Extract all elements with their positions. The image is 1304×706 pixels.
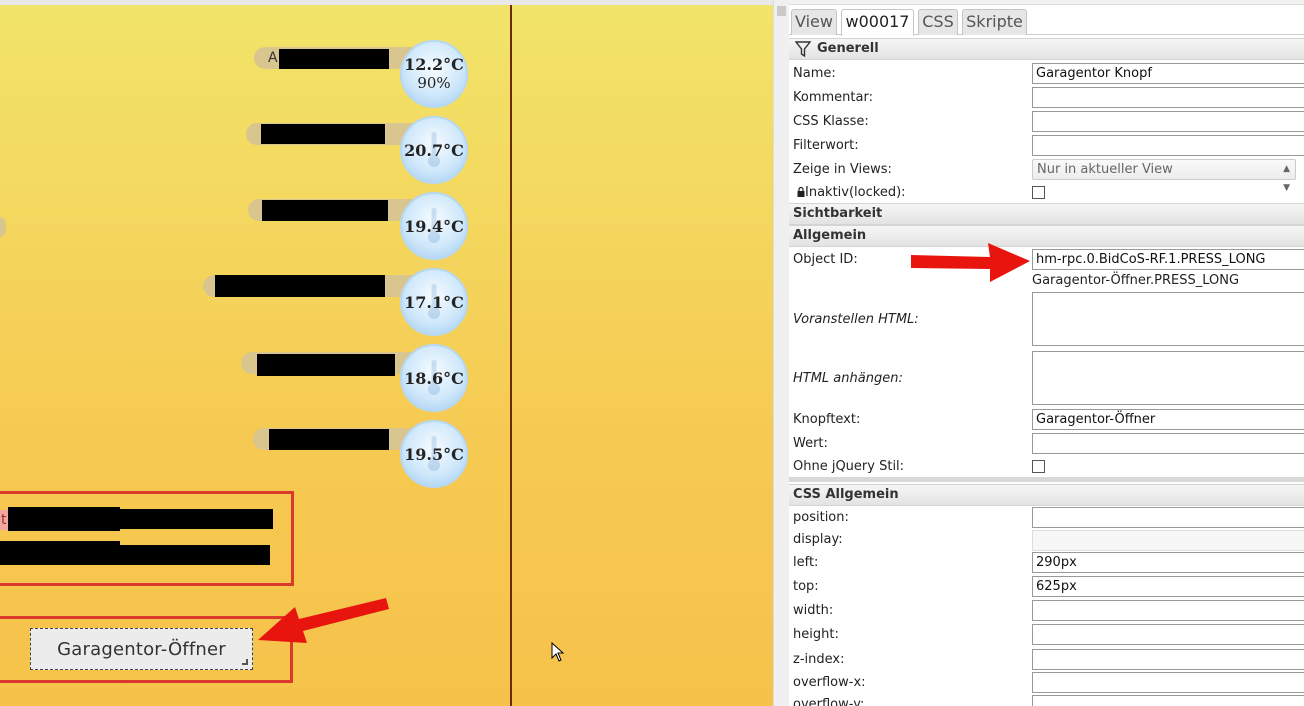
scrollbar-thumb[interactable]	[777, 6, 786, 16]
redacted-label	[257, 354, 395, 376]
temperature-gauge[interactable]: 19.4°C	[400, 192, 468, 260]
section-allgemein[interactable]: Allgemein	[789, 225, 1304, 247]
properties-panel: View w00017 CSS Skripte Generell Name: G…	[789, 0, 1304, 706]
voranstellen-label: Voranstellen HTML:	[793, 312, 919, 327]
section-generell[interactable]: Generell	[789, 38, 1304, 60]
width-field[interactable]	[1032, 600, 1304, 621]
tab-view[interactable]: View	[791, 9, 837, 35]
temperature-gauge[interactable]: 17.1°C	[400, 268, 468, 336]
temperature-gauge[interactable]: 18.6°C	[400, 344, 468, 412]
name-label: Name:	[793, 66, 836, 81]
zeige-views-value: Nur in aktueller View	[1037, 162, 1173, 177]
annotation-arrow-icon	[911, 243, 1030, 282]
wert-label: Wert:	[793, 436, 828, 451]
kommentar-label: Kommentar:	[793, 90, 873, 105]
overflow-x-field[interactable]	[1032, 672, 1304, 693]
redacted-label	[8, 507, 120, 531]
select-arrows-icon: ▲ ▼	[1283, 164, 1290, 193]
panel-tabs: View w00017 CSS Skripte	[789, 6, 1304, 36]
filter-icon[interactable]	[795, 41, 811, 57]
temperature-value: 12.2°C	[404, 55, 464, 74]
selected-widget-outline	[0, 491, 294, 586]
resize-handle-icon[interactable]	[242, 659, 248, 665]
tab-skripte[interactable]: Skripte	[962, 9, 1027, 35]
zeige-views-label: Zeige in Views:	[793, 162, 892, 177]
garage-opener-button[interactable]: Garagentor-Öffner	[30, 628, 253, 670]
knopftext-label: Knopftext:	[793, 412, 861, 427]
ohne-jquery-label: Ohne jQuery Stil:	[793, 459, 905, 474]
temperature-value: 18.6°C	[404, 368, 464, 388]
temperature-value: 19.4°C	[404, 216, 464, 236]
widget-label-fragment: t	[0, 510, 8, 530]
canvas-top-border	[0, 0, 773, 5]
annotation-arrow-icon	[258, 598, 389, 643]
view-boundary-line	[510, 5, 512, 706]
section-css-allgemein[interactable]: CSS Allgemein	[789, 484, 1304, 506]
filterwort-field[interactable]	[1032, 135, 1304, 156]
filterwort-label: Filterwort:	[793, 138, 859, 153]
tab-widget[interactable]: w00017	[841, 9, 914, 36]
inaktiv-checkbox[interactable]	[1032, 186, 1045, 199]
redacted-label	[0, 541, 120, 565]
temperature-gauge[interactable]: 20.7°C	[400, 116, 468, 184]
wert-field[interactable]	[1032, 433, 1304, 454]
display-label: display:	[793, 532, 843, 547]
temperature-value: 19.5°C	[404, 444, 464, 464]
width-label: width:	[793, 603, 834, 618]
section-sichtbarkeit[interactable]: Sichtbarkeit	[789, 203, 1304, 225]
redacted-label	[215, 275, 385, 297]
redacted-value	[118, 545, 270, 565]
redacted-value	[118, 509, 273, 529]
css-klasse-field[interactable]	[1032, 111, 1304, 132]
anhaengen-textarea[interactable]	[1032, 351, 1304, 405]
ohne-jquery-checkbox[interactable]	[1032, 460, 1045, 473]
sensor-label-prefix: A	[268, 50, 278, 66]
section-divider	[789, 477, 1304, 482]
name-field[interactable]: Garagentor Knopf	[1032, 63, 1304, 84]
overflow-y-field[interactable]	[1032, 695, 1304, 706]
temperature-gauge[interactable]: 12.2°C 90%	[400, 40, 468, 108]
section-title: Generell	[817, 41, 879, 56]
panel-top-strip	[789, 0, 1304, 5]
display-field[interactable]	[1032, 530, 1304, 551]
redacted-label	[262, 200, 388, 221]
object-id-hint: Garagentor-Öffner.PRESS_LONG	[1032, 273, 1240, 288]
garage-button-label: Garagentor-Öffner	[57, 638, 226, 660]
top-field[interactable]: 625px	[1032, 576, 1304, 597]
object-id-field[interactable]: hm-rpc.0.BidCoS-RF.1.PRESS_LONG	[1032, 249, 1304, 270]
temperature-value: 20.7°C	[404, 140, 464, 160]
inaktiv-row: Inaktiv(locked):	[797, 185, 906, 201]
overflow-x-label: overflow-x:	[793, 675, 866, 690]
lock-icon	[797, 186, 805, 197]
height-field[interactable]	[1032, 624, 1304, 645]
kommentar-field[interactable]	[1032, 87, 1304, 108]
z-index-label: z-index:	[793, 652, 845, 667]
anhaengen-label: HTML anhängen:	[793, 371, 903, 386]
temperature-value: 17.1°C	[404, 292, 464, 312]
tab-css[interactable]: CSS	[918, 9, 958, 35]
zeige-views-select[interactable]: Nur in aktueller View ▲ ▼	[1032, 159, 1296, 193]
redacted-label	[261, 124, 385, 144]
inaktiv-label: Inaktiv(locked):	[805, 185, 906, 200]
offscreen-pill[interactable]	[0, 216, 6, 238]
canvas-scrollbar[interactable]	[773, 0, 789, 706]
left-label: left:	[793, 555, 819, 570]
mouse-cursor-icon	[551, 642, 565, 662]
humidity-value: 90%	[417, 74, 451, 92]
voranstellen-textarea[interactable]	[1032, 292, 1304, 346]
knopftext-field[interactable]: Garagentor-Öffner	[1032, 409, 1304, 430]
css-klasse-label: CSS Klasse:	[793, 114, 869, 129]
view-canvas[interactable]: A 12.2°C 90% 20.7°C 19.4°C 17.1°C 18.6°C…	[0, 0, 773, 706]
redacted-label	[269, 429, 389, 450]
temperature-gauge[interactable]: 19.5°C	[400, 420, 468, 488]
top-label: top:	[793, 579, 819, 594]
position-label: position:	[793, 510, 849, 525]
z-index-field[interactable]	[1032, 649, 1304, 670]
object-id-label: Object ID:	[793, 252, 858, 267]
left-field[interactable]: 290px	[1032, 552, 1304, 573]
overflow-y-label: overflow-y:	[793, 697, 865, 706]
position-field[interactable]	[1032, 507, 1304, 528]
height-label: height:	[793, 627, 839, 642]
redacted-label	[279, 49, 389, 69]
